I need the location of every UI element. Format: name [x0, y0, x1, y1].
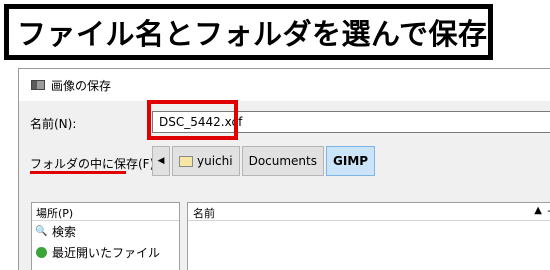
name-label: 名前(N):	[30, 117, 77, 131]
places-header: 場所(P)	[32, 203, 179, 221]
crumb-gimp[interactable]: GIMP	[326, 146, 376, 176]
crumb-yuichi[interactable]: yuichi	[172, 146, 240, 176]
folder-icon	[179, 155, 193, 167]
place-item-search-label: 検索	[52, 225, 77, 239]
dialog-title: 画像の保存	[51, 78, 112, 93]
filename-input[interactable]: DSC_5442.xcf	[152, 111, 550, 133]
name-row: 名前(N): DSC_5442.xcf	[19, 100, 550, 140]
save-in-folder-label: フォルダの中に保存(F):	[30, 157, 159, 171]
column-name-header[interactable]: 名前	[193, 207, 215, 220]
path-back-button[interactable]: ◀	[152, 146, 170, 176]
banner-text: ファイル名とフォルダを選んで保存	[17, 17, 488, 51]
title-banner: ファイル名とフォルダを選んで保存	[4, 4, 493, 60]
crumb-documents[interactable]: Documents	[241, 146, 324, 176]
save-image-dialog: 画像の保存 名前(N): DSC_5442.xcf フォルダの中に保存(F): …	[18, 68, 550, 270]
dialog-titlebar: 画像の保存	[19, 69, 550, 101]
places-panel: 場所(P) 🔍 検索 最近開いたファイル	[31, 202, 180, 270]
crumb-yuichi-label: yuichi	[197, 154, 233, 168]
sort-ascending-icon: ▲	[534, 205, 542, 216]
folder-label-underline	[30, 171, 126, 174]
place-item-recent-label: 最近開いたファイル	[52, 246, 161, 260]
recent-icon	[36, 247, 47, 258]
gimp-app-icon	[31, 80, 45, 90]
crumb-documents-label: Documents	[248, 154, 317, 168]
place-item-search[interactable]: 🔍 検索	[32, 221, 179, 242]
search-icon: 🔍	[35, 226, 48, 237]
place-item-recent[interactable]: 最近開いたファイル	[32, 242, 179, 263]
file-list-panel: 名前 ▲ サ	[187, 202, 550, 270]
crumb-gimp-label: GIMP	[333, 154, 369, 168]
path-bar: ◀ yuichi Documents GIMP	[152, 146, 376, 176]
file-list-header[interactable]: 名前 ▲ サ	[188, 203, 550, 221]
